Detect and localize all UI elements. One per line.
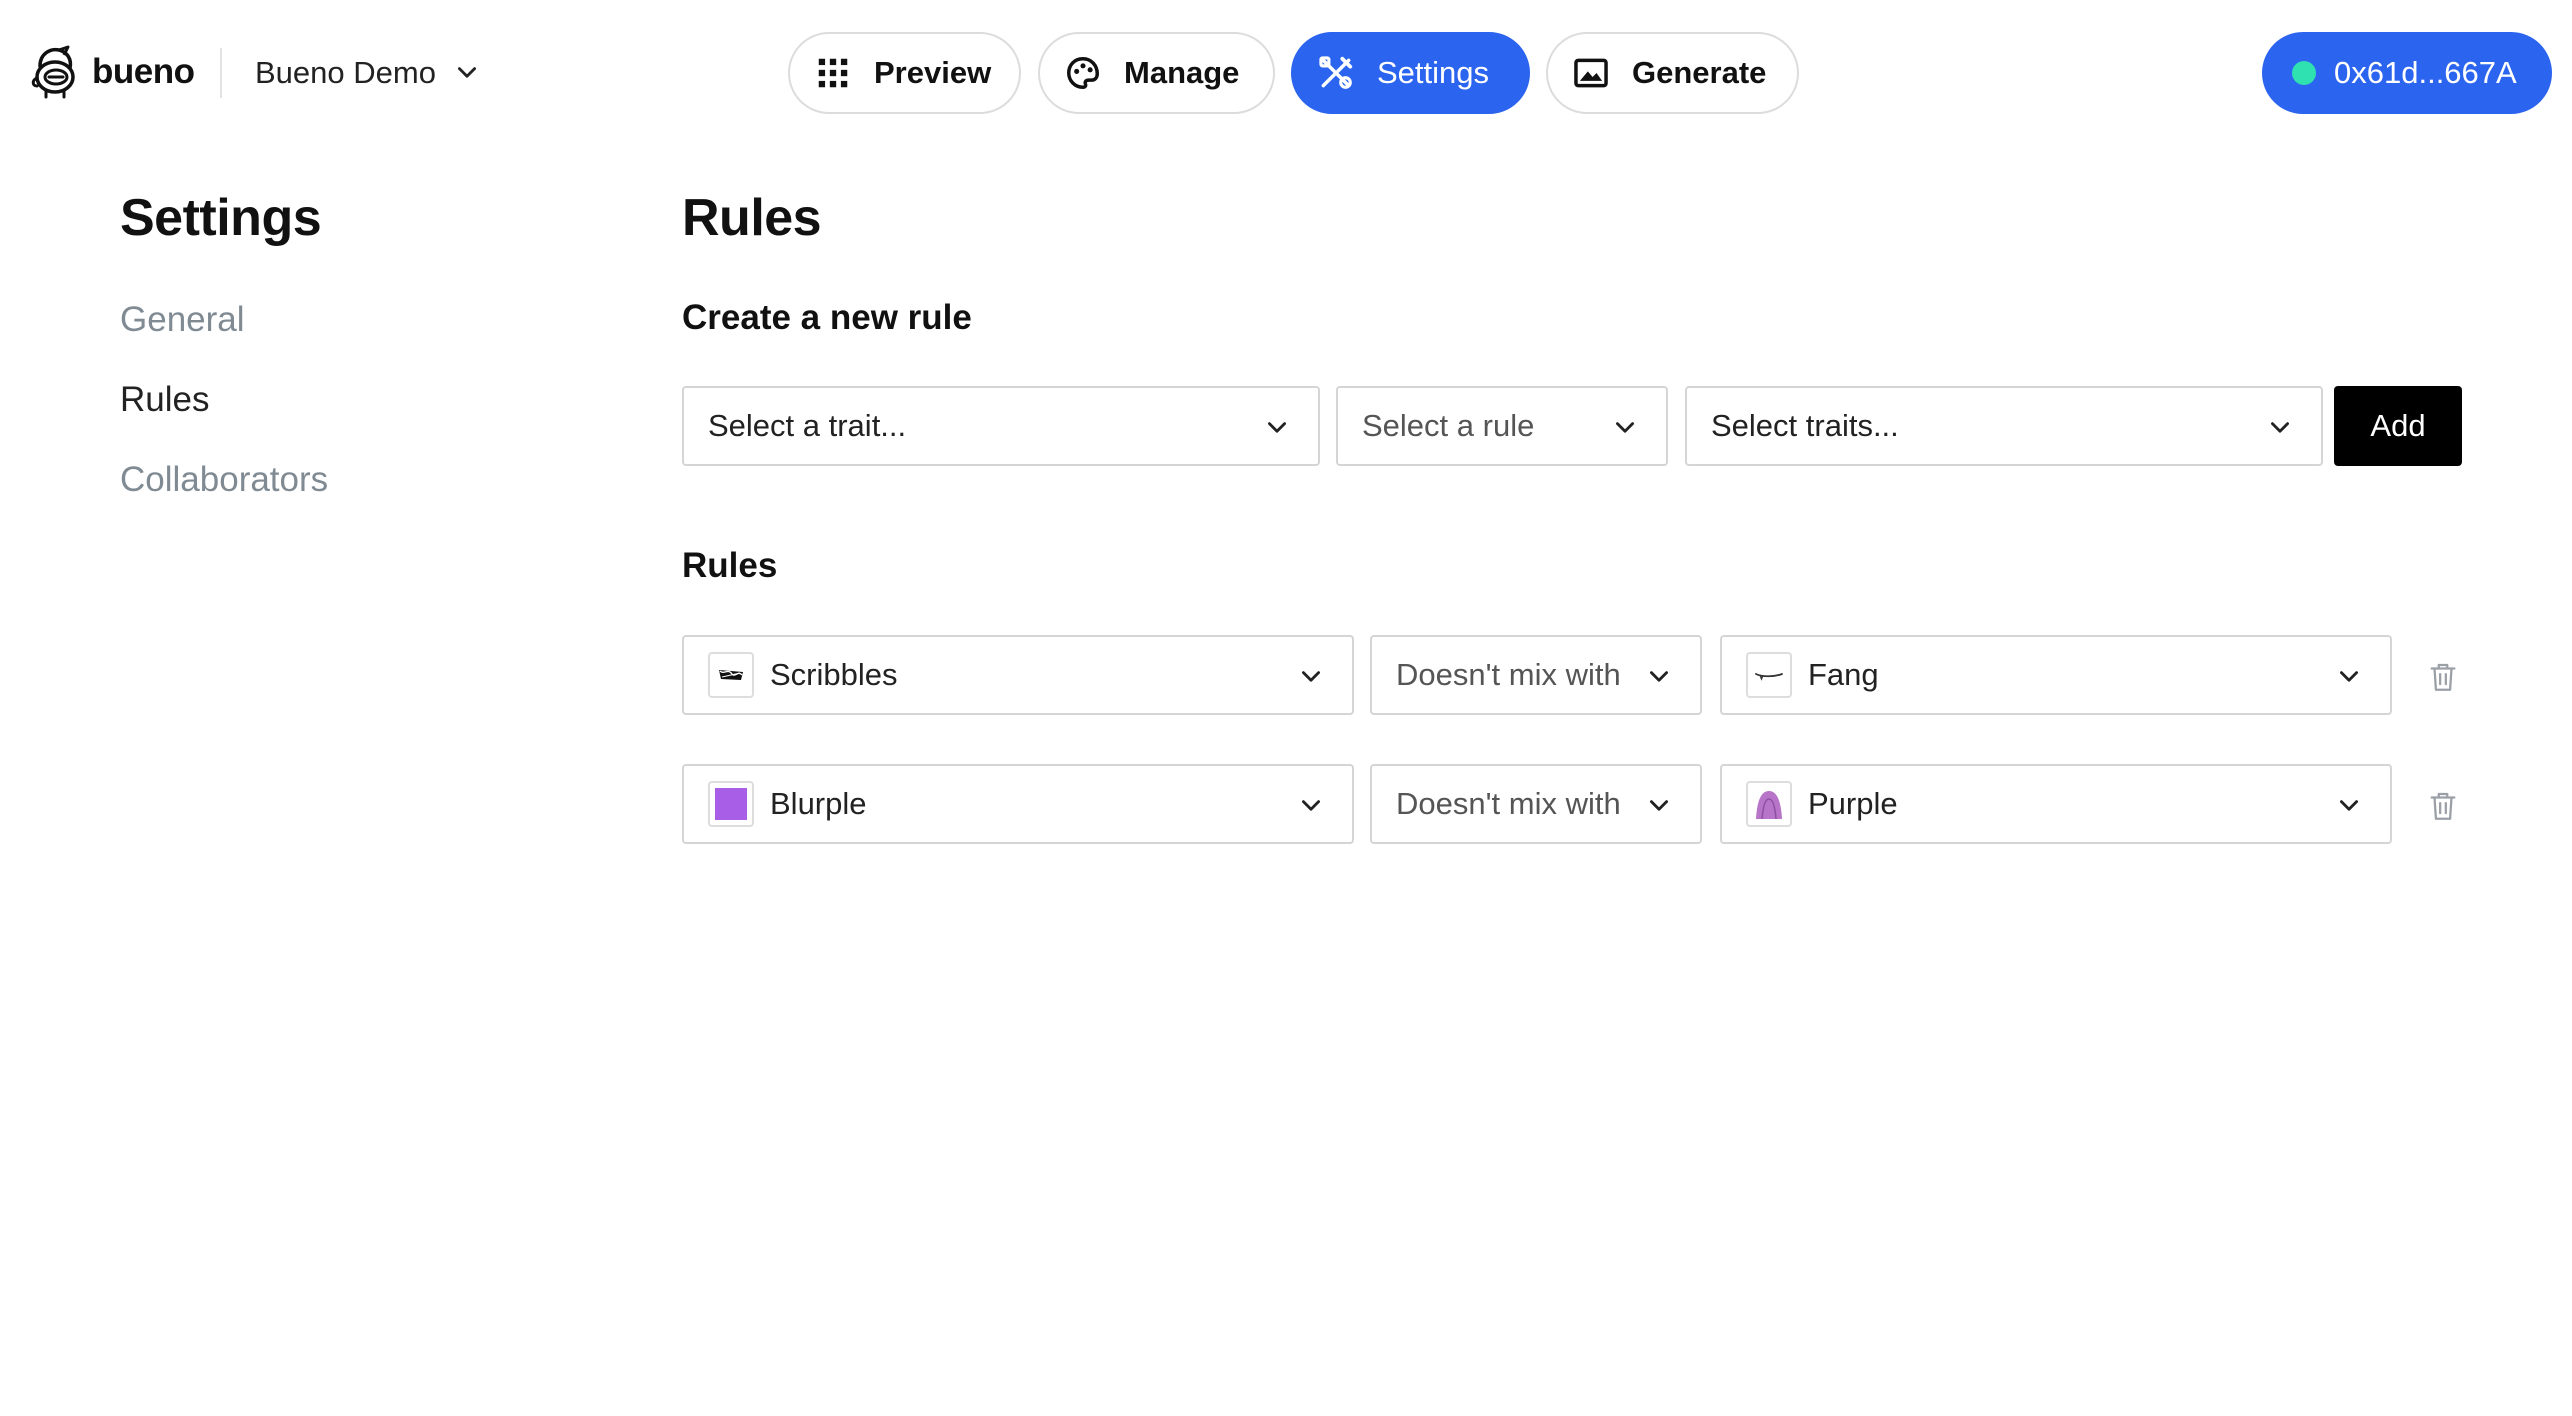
chevron-down-icon [1302,800,1320,811]
nav-settings-button[interactable]: Settings [1291,32,1530,114]
rule-2-target-value: Purple [1808,786,1898,821]
rule-2-delete-icon[interactable] [2426,789,2460,823]
connected-status-dot [2292,61,2316,85]
rule-2-rule-select[interactable]: Doesn't mix with [1370,764,1702,844]
rule-1-target-select[interactable]: Fang [1720,635,2392,715]
chevron-down-icon [1650,671,1668,682]
fang-swatch-icon [1746,652,1792,698]
palette-icon [1067,57,1099,89]
rule-1-rule-select[interactable]: Doesn't mix with [1370,635,1702,715]
grid-icon [818,58,848,88]
chevron-down-icon [2340,671,2358,682]
nav-generate-label: Generate [1632,55,1767,90]
rule-select[interactable]: Select a rule [1336,386,1668,466]
nav-settings-label: Settings [1377,55,1490,90]
rule-1-rule-value: Doesn't mix with [1396,657,1621,692]
chevron-down-icon [2271,422,2289,433]
chevron-down-icon [1616,422,1634,433]
wallet-address: 0x61d...667A [2334,55,2517,90]
nav-preview-label: Preview [874,55,992,90]
rule-1-delete-icon[interactable] [2426,660,2460,694]
tools-icon [1319,56,1353,89]
rule-2-rule-value: Doesn't mix with [1396,786,1621,821]
chevron-down-icon [1268,422,1286,433]
sidebar-item-rules[interactable]: Rules [120,380,209,420]
blurple-swatch-icon [708,781,754,827]
sidebar-title: Settings [120,189,322,247]
scribbles-swatch-icon [708,652,754,698]
chevron-down-icon [1302,671,1320,682]
traits-multiselect[interactable]: Select traits... [1685,386,2323,466]
trait-select[interactable]: Select a trait... [682,386,1320,466]
trait-select-value: Select a trait... [708,408,907,443]
nav-manage-label: Manage [1124,55,1240,90]
rule-1-target-value: Fang [1808,657,1879,692]
sidebar-item-general[interactable]: General [120,300,245,340]
page-title: Rules [682,189,822,247]
purple-swatch-icon [1746,781,1792,827]
rule-2-trait-select[interactable]: Blurple [682,764,1354,844]
image-icon [1574,58,1608,88]
top-bar: bueno Bueno Demo Preview Manage Settings… [0,0,2572,148]
rules-list-heading: Rules [682,546,778,585]
rule-2-target-select[interactable]: Purple [1720,764,2392,844]
rule-select-value: Select a rule [1362,408,1535,443]
add-rule-button[interactable]: Add [2334,386,2462,466]
sidebar-item-collaborators[interactable]: Collaborators [120,460,328,500]
nav-preview-button[interactable]: Preview [788,32,1021,114]
rule-1-trait-select[interactable]: Scribbles [682,635,1354,715]
wallet-button[interactable]: 0x61d...667A [2262,32,2552,114]
nav-manage-button[interactable]: Manage [1038,32,1275,114]
create-rule-heading: Create a new rule [682,298,972,337]
rule-1-trait-value: Scribbles [770,657,898,692]
rule-2-trait-value: Blurple [770,786,867,821]
chevron-down-icon [2340,800,2358,811]
main-nav: Preview Manage Settings Generate [0,32,2572,114]
nav-generate-button[interactable]: Generate [1546,32,1799,114]
chevron-down-icon [1650,800,1668,811]
traits-select-value: Select traits... [1711,408,1899,443]
